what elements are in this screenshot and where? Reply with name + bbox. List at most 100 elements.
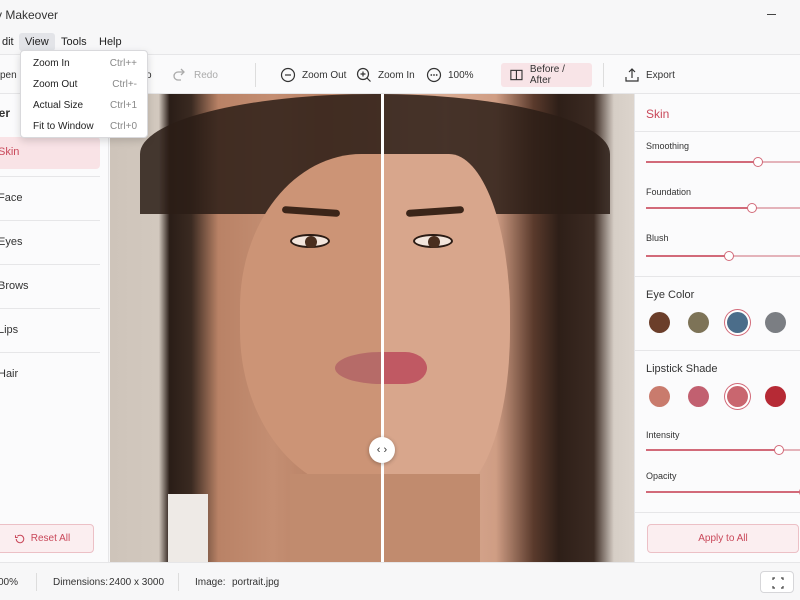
dimensions-label: Dimensions: <box>53 577 109 588</box>
sidebar-item-eyes[interactable]: Eyes <box>0 227 100 259</box>
zoom-in-button[interactable]: Zoom In <box>350 63 421 87</box>
foundation-slider[interactable] <box>646 203 800 213</box>
reset-all-label: Reset All <box>30 533 71 544</box>
export-icon <box>625 68 639 82</box>
slider-thumb[interactable] <box>746 203 757 213</box>
sidebar-item-label: Face <box>0 192 23 204</box>
more-icon <box>426 67 442 83</box>
zoom-in-label: Zoom In <box>378 69 415 81</box>
opacity-slider[interactable] <box>646 487 800 497</box>
zoom-level-label: 100% <box>448 69 474 81</box>
blush-label: Blush <box>646 233 669 243</box>
menu-item-shortcut: Ctrl++ <box>109 58 137 69</box>
sidebar-item-hair[interactable]: Hair <box>0 359 100 391</box>
menu-item-fit-to-window[interactable]: Fit to Window Ctrl+0 <box>21 116 147 136</box>
menu-item-actual-size[interactable]: Actual Size Ctrl+1 <box>21 95 147 115</box>
eye-color-swatch[interactable] <box>688 312 709 333</box>
menu-item-zoom-in[interactable]: Zoom In Ctrl++ <box>21 53 147 73</box>
adjustments-panel: Skin Smoothing Foundation Blush Eye Colo… <box>634 94 800 562</box>
smoothing-label: Smoothing <box>646 141 690 151</box>
before-after-button[interactable]: Before / After <box>501 63 592 87</box>
menu-tools[interactable]: Tools <box>55 33 93 51</box>
lipstick-swatch-selected[interactable] <box>727 386 748 407</box>
zoom-out-label: Zoom Out <box>302 69 347 81</box>
eye-color-swatch-selected[interactable] <box>727 312 748 333</box>
apply-to-all-label: Apply to All <box>698 533 748 544</box>
toolbar-divider <box>255 63 256 87</box>
slider-thumb[interactable] <box>753 157 763 167</box>
export-label: Export <box>646 69 675 81</box>
status-divider <box>178 573 179 591</box>
status-divider <box>36 573 37 591</box>
app-title: uty Makeover <box>0 8 59 22</box>
sidebar-item-brows[interactable]: Brows <box>0 271 100 303</box>
minimize-icon[interactable] <box>765 7 779 21</box>
slider-fill <box>646 449 779 451</box>
title-bar: uty Makeover <box>0 0 800 30</box>
toolbar-divider <box>603 63 604 87</box>
reset-icon <box>14 534 24 543</box>
sidebar-item-label: Lips <box>0 324 19 336</box>
slider-fill <box>646 207 752 209</box>
menu-item-label: Zoom Out <box>33 79 78 90</box>
divider <box>635 276 800 277</box>
split-view-icon <box>510 69 523 81</box>
sidebar-item-label: Brows <box>0 280 29 292</box>
menu-bar: dit View Tools Help <box>0 30 800 52</box>
zoom-out-icon <box>280 67 296 83</box>
slider-fill <box>646 161 758 163</box>
fullscreen-button[interactable] <box>760 571 794 593</box>
zoom-out-button[interactable]: Zoom Out <box>274 63 352 87</box>
opacity-label: Opacity <box>646 471 677 481</box>
intensity-slider[interactable] <box>646 445 800 455</box>
menu-help[interactable]: Help <box>93 33 128 51</box>
sidebar-item-label: Skin <box>0 146 20 158</box>
blush-slider[interactable] <box>646 251 800 261</box>
smoothing-slider[interactable] <box>646 157 800 167</box>
fullscreen-icon <box>772 577 784 589</box>
view-menu-dropdown: Zoom In Ctrl++ Zoom Out Ctrl+- Actual Si… <box>20 50 148 138</box>
image-filename: portrait.jpg <box>232 577 280 588</box>
export-button[interactable]: Export <box>618 63 681 87</box>
status-bar: 00% Dimensions: 2400 x 3000 Image: portr… <box>0 562 800 600</box>
menu-item-shortcut: Ctrl+1 <box>110 100 137 111</box>
eye-color-swatch[interactable] <box>649 312 670 333</box>
menu-item-shortcut: Ctrl+- <box>112 79 137 90</box>
image-canvas[interactable]: ‹ › <box>110 94 634 562</box>
slider-fill <box>646 491 800 493</box>
lipstick-swatch[interactable] <box>688 386 709 407</box>
before-after-label: Before / After <box>529 64 565 86</box>
eye-color-swatch[interactable] <box>765 312 786 333</box>
left-panel: ver Skin Face Eyes Brows Lips Hair Reset… <box>0 94 109 562</box>
eye-before <box>290 234 330 248</box>
open-label: pen <box>0 69 17 81</box>
drag-arrows-icon: ‹ › <box>376 444 388 456</box>
slider-thumb[interactable] <box>773 445 784 455</box>
lipstick-swatch[interactable] <box>765 386 786 407</box>
face-after <box>383 154 510 494</box>
lipstick-swatch[interactable] <box>649 386 670 407</box>
divider <box>0 264 100 265</box>
image-label: Image: <box>195 577 226 588</box>
divider <box>635 131 800 132</box>
split-handle[interactable]: ‹ › <box>369 437 395 463</box>
menu-edit[interactable]: dit <box>0 33 20 51</box>
sidebar-item-lips[interactable]: Lips <box>0 315 100 347</box>
split-line[interactable] <box>381 94 384 562</box>
divider <box>635 350 800 351</box>
slider-thumb[interactable] <box>724 251 735 261</box>
zoom-level-button[interactable]: 100% <box>420 63 480 87</box>
divider <box>635 512 800 513</box>
divider <box>0 308 100 309</box>
menu-item-zoom-out[interactable]: Zoom Out Ctrl+- <box>21 74 147 94</box>
sidebar-item-skin[interactable]: Skin <box>0 137 100 169</box>
reset-all-button[interactable]: Reset All <box>0 524 94 553</box>
menu-item-label: Zoom In <box>33 58 70 69</box>
menu-item-label: Actual Size <box>33 100 84 111</box>
menu-view[interactable]: View <box>19 33 55 51</box>
redo-label: Redo <box>194 69 218 81</box>
sidebar-item-face[interactable]: Face <box>0 183 100 215</box>
redo-icon <box>173 68 185 81</box>
redo-button[interactable]: Redo <box>166 63 224 87</box>
apply-to-all-button[interactable]: Apply to All <box>647 524 799 553</box>
